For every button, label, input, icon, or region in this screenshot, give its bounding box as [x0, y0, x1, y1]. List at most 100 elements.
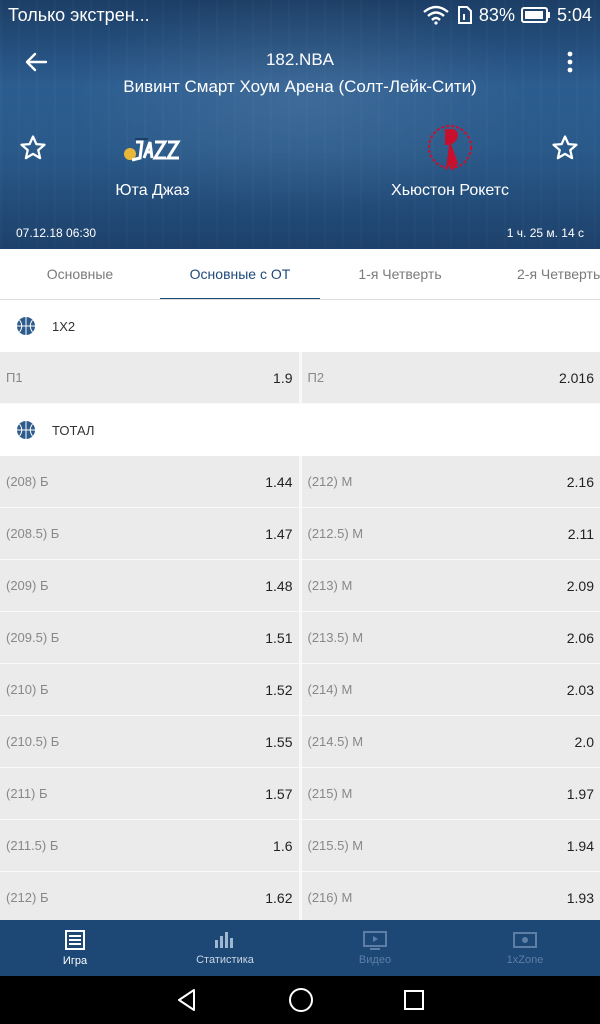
odds-cell-right[interactable]: (213.5) М 2.06: [301, 612, 600, 663]
group-header-1x2[interactable]: 1X2: [0, 300, 600, 352]
odds-cell-right[interactable]: (214.5) М 2.0: [301, 716, 600, 767]
odds-cell-right[interactable]: (213) М 2.09: [301, 560, 600, 611]
odds-label: (211.5) Б: [6, 838, 59, 853]
status-bar: Только экстрен... 83% 5:04: [0, 0, 600, 30]
odds-cell-right[interactable]: (215.5) М 1.94: [301, 820, 600, 871]
odds-cell-left[interactable]: (208) Б 1.44: [0, 456, 302, 507]
odds-cell-left[interactable]: (211) Б 1.57: [0, 768, 302, 819]
odds-label: (209.5) Б: [6, 630, 60, 645]
odds-value: 1.48: [265, 577, 293, 594]
odds-value: 2.016: [558, 369, 594, 386]
nav-video-label: Видео: [358, 954, 392, 966]
recents-square-icon[interactable]: [402, 988, 426, 1012]
match-header: 182.NBA Вивинт Смарт Хоум Арена (Солт-Ле…: [0, 0, 600, 249]
home-circle-icon[interactable]: [287, 986, 315, 1014]
odds-cell-left[interactable]: (209.5) Б 1.51: [0, 612, 302, 663]
odds-value: 1.52: [265, 681, 293, 698]
odds-value: 1.94: [566, 837, 594, 854]
odds-row: П1 1.9 П2 2.016: [0, 352, 600, 404]
group-title: 1X2: [52, 318, 76, 334]
battery-percent: 83%: [478, 4, 515, 25]
odds-row: (209.5) Б 1.51 (213.5) М 2.06: [0, 612, 600, 664]
odds-value: 1.97: [566, 785, 594, 802]
venue-title: Вивинт Смарт Хоум Арена (Солт-Лейк-Сити): [123, 77, 477, 96]
odds-label: (214.5) М: [307, 734, 364, 749]
nav-stats-label: Статистика: [196, 954, 254, 966]
odds-cell-right[interactable]: (214) М 2.03: [301, 664, 600, 715]
odds-row: (212) Б 1.62 (216) М 1.93: [0, 872, 600, 920]
odds-label: (208) Б: [6, 474, 49, 489]
zone-icon: [513, 932, 537, 948]
battery-icon: [520, 7, 550, 23]
tab-main[interactable]: Основные: [0, 249, 160, 299]
odds-value: 2.11: [567, 525, 594, 542]
tab-main-ot[interactable]: Основные с ОТ: [160, 249, 320, 299]
odds-label: (216) М: [307, 890, 353, 905]
houston-rockets-logo: [380, 120, 520, 178]
league-title: 182.NBA: [265, 50, 335, 69]
odds-label: (208.5) Б: [6, 526, 60, 541]
nav-video[interactable]: Видео: [300, 920, 450, 976]
odds-value: 2.0: [574, 733, 594, 750]
odds-label: (209) Б: [6, 578, 49, 593]
odds-value: 2.03: [566, 681, 594, 698]
tab-quarter-1[interactable]: 1-я Четверть: [320, 249, 480, 299]
home-team[interactable]: Юта Джаз: [90, 120, 215, 200]
odds-row: (208.5) Б 1.47 (212.5) М 2.11: [0, 508, 600, 560]
odds-cell-left[interactable]: (209) Б 1.48: [0, 560, 302, 611]
odds-cell-left[interactable]: П1 1.9: [0, 352, 302, 403]
odds-label: (213) М: [307, 578, 353, 593]
odds-cell-left[interactable]: (210) Б 1.52: [0, 664, 302, 715]
odds-value: 1.51: [265, 629, 293, 646]
odds-cell-right[interactable]: П2 2.016: [301, 352, 600, 403]
bar-chart-icon: [215, 932, 233, 948]
odds-cell-right[interactable]: (215) М 1.97: [301, 768, 600, 819]
odds-value: 2.06: [566, 629, 594, 646]
odds-value: 1.93: [566, 889, 594, 906]
utah-jazz-logo: [90, 120, 215, 178]
star-outline-icon[interactable]: [18, 133, 48, 163]
nav-game[interactable]: Игра: [0, 920, 150, 976]
odds-label: (211) Б: [6, 786, 48, 801]
group-header-total[interactable]: ТОТАЛ: [0, 404, 600, 456]
odds-value: 1.9: [273, 369, 293, 386]
star-outline-icon[interactable]: [550, 133, 580, 163]
odds-cell-left[interactable]: (210.5) Б 1.55: [0, 716, 302, 767]
nav-game-label: Игра: [62, 955, 88, 967]
odds-row: (210) Б 1.52 (214) М 2.03: [0, 664, 600, 716]
notification-text: Только экстрен...: [8, 4, 150, 25]
odds-cell-left[interactable]: (211.5) Б 1.6: [0, 820, 302, 871]
match-date: 07.12.18 06:30: [16, 226, 97, 240]
odds-label: (210) Б: [6, 682, 49, 697]
odds-list: 1X2 П1 1.9 П2 2.016 ТОТАЛ (208) Б 1.44 (212) …: [0, 300, 600, 920]
odds-cell-right[interactable]: (212.5) М 2.11: [301, 508, 600, 559]
clock: 5:04: [556, 4, 592, 25]
odds-value: 1.44: [265, 473, 293, 490]
odds-value: 2.09: [566, 577, 594, 594]
odds-label: (214) М: [307, 682, 353, 697]
odds-label: (213.5) М: [307, 630, 364, 645]
basketball-icon: [17, 421, 35, 439]
odds-label: (215.5) М: [307, 838, 364, 853]
odds-row: (210.5) Б 1.55 (214.5) М 2.0: [0, 716, 600, 768]
odds-row: (209) Б 1.48 (213) М 2.09: [0, 560, 600, 612]
video-icon: [363, 931, 387, 950]
away-team[interactable]: Хьюстон Рокетс: [380, 120, 520, 200]
nav-zone[interactable]: 1xZone: [450, 920, 600, 976]
match-timer: 1 ч. 25 м. 14 с: [506, 226, 584, 240]
game-list-icon: [65, 930, 85, 950]
odds-cell-left[interactable]: (212) Б 1.62: [0, 872, 302, 920]
tab-quarter-2[interactable]: 2-я Четверть: [480, 249, 600, 299]
odds-value: 1.47: [265, 525, 293, 542]
back-triangle-icon[interactable]: [174, 987, 200, 1013]
odds-cell-left[interactable]: (208.5) Б 1.47: [0, 508, 302, 559]
odds-cell-right[interactable]: (212) М 2.16: [301, 456, 600, 507]
odds-value: 1.55: [265, 733, 293, 750]
home-team-name: Юта Джаз: [115, 182, 190, 199]
system-nav-bar: [0, 976, 600, 1024]
odds-label: (212) М: [307, 474, 353, 489]
market-tabs: Основные Основные с ОТ 1-я Четверть 2-я …: [0, 249, 600, 300]
nav-zone-label: 1xZone: [506, 954, 544, 966]
odds-cell-right[interactable]: (216) М 1.93: [301, 872, 600, 920]
nav-stats[interactable]: Статистика: [150, 920, 300, 976]
